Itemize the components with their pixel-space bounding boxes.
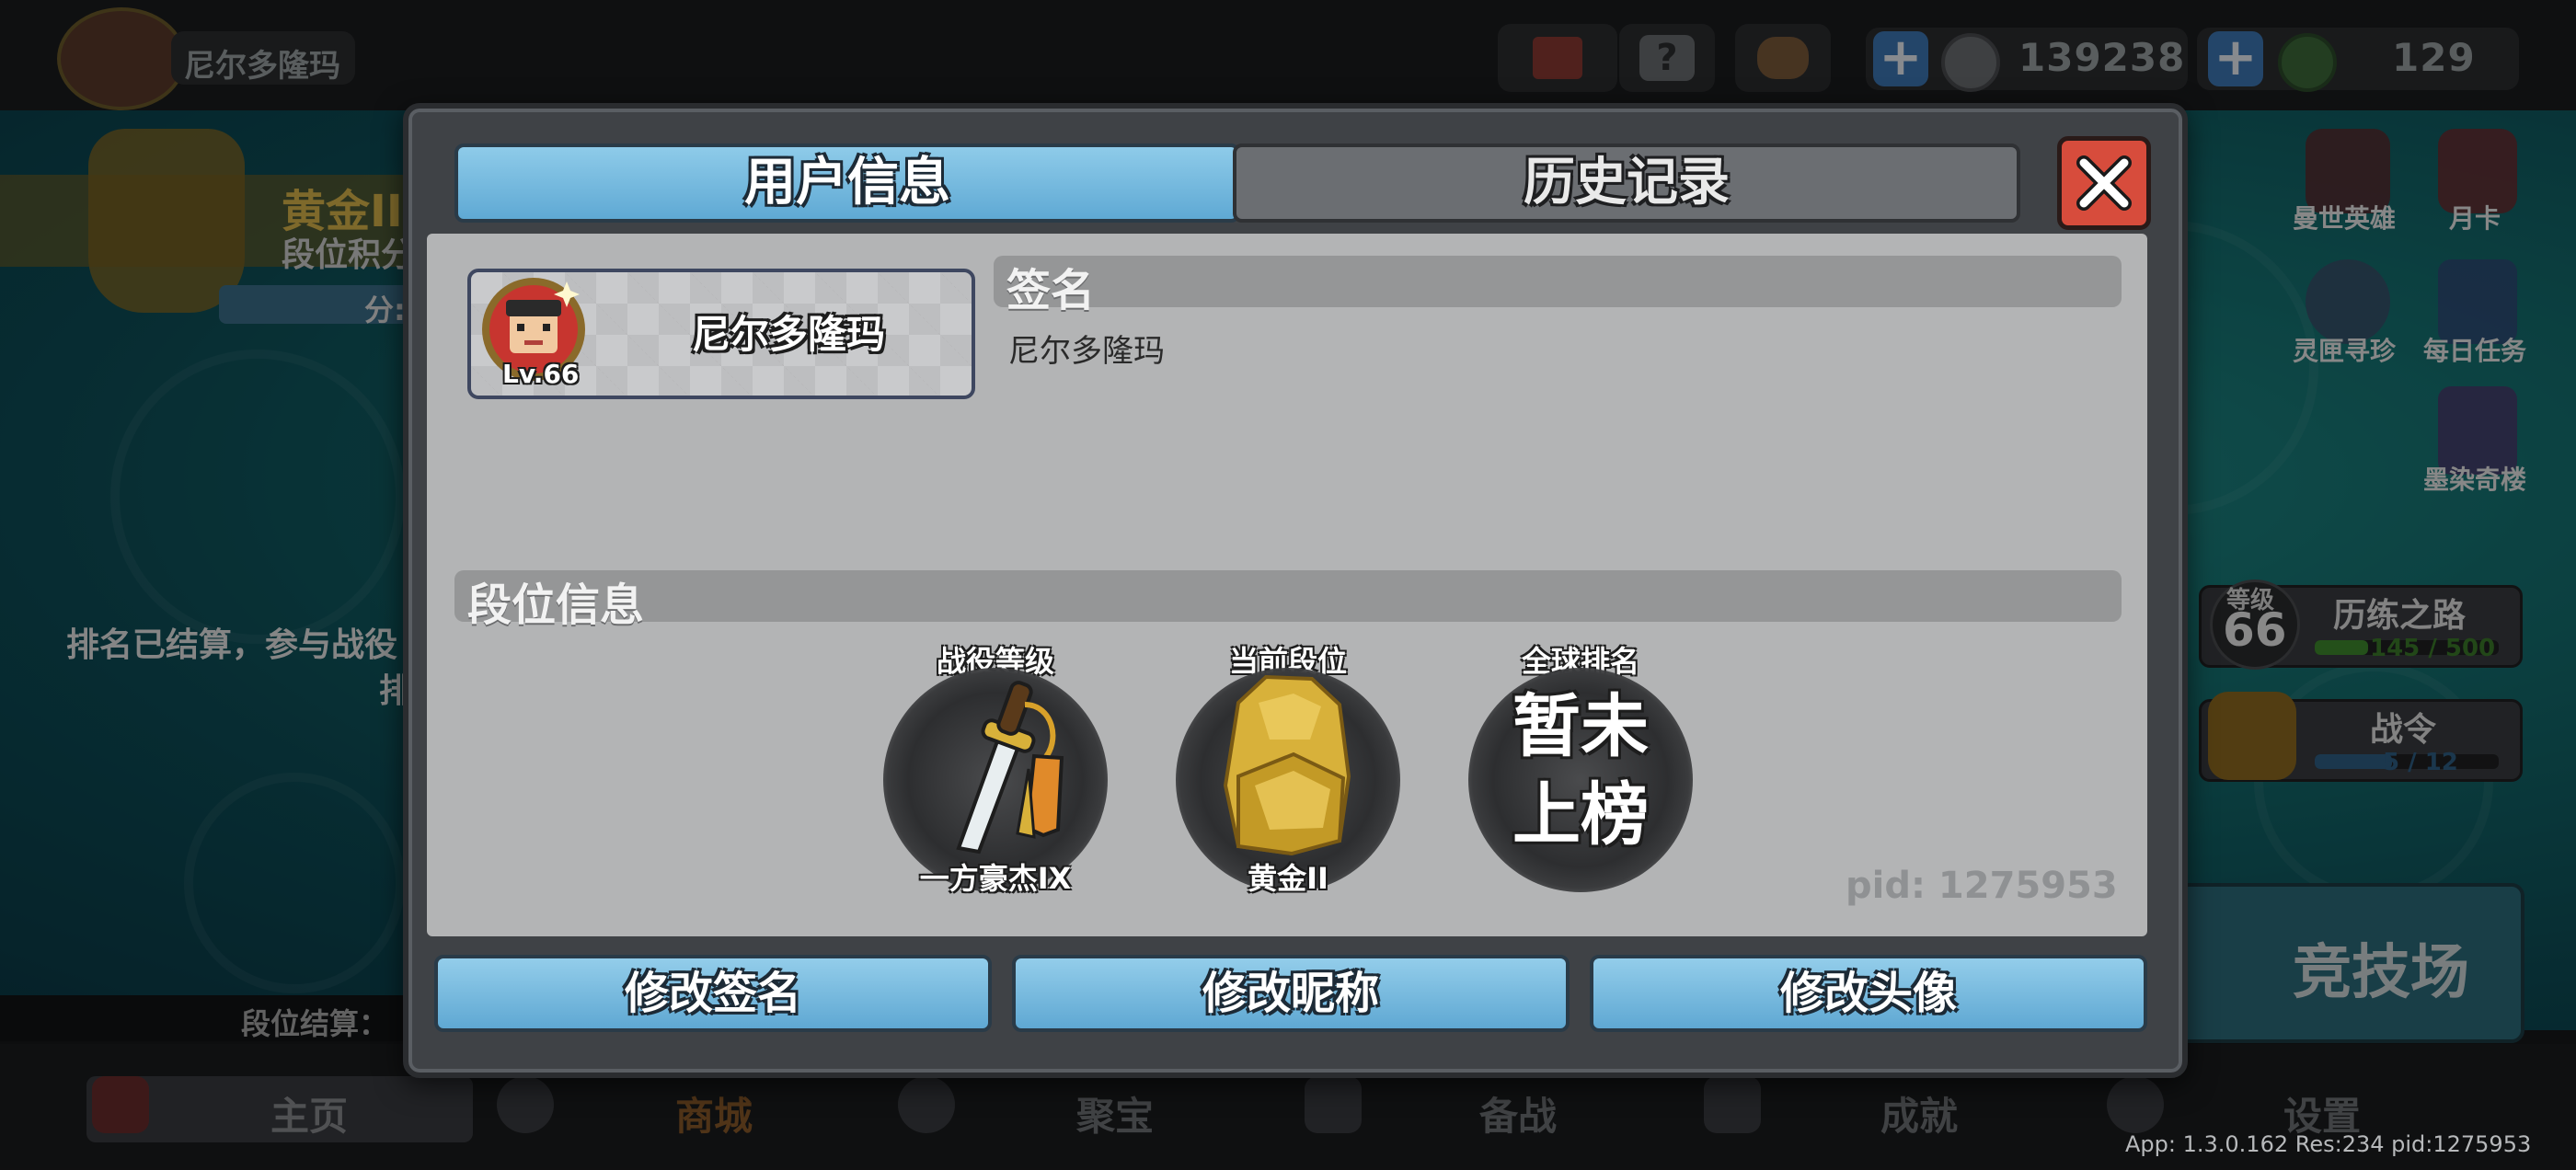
rank-info-title: 段位信息 [467, 579, 645, 631]
campaign-level-value: 一方豪杰IX [919, 861, 1072, 896]
edit-signature-button[interactable]: 修改签名 [434, 955, 992, 1032]
close-icon [2076, 155, 2132, 211]
profile-name: 尼尔多隆玛 [692, 312, 886, 357]
sword-icon [956, 681, 1064, 855]
app-version-info: App: 1.3.0.162 Res:234 pid:1275953 [2125, 1131, 2532, 1157]
gold-rank-icon [1223, 674, 1351, 856]
current-rank-value: 黄金II [1248, 861, 1328, 896]
edit-nickname-button[interactable]: 修改昵称 [1012, 955, 1570, 1032]
signature-title: 签名 [1006, 265, 1096, 316]
global-rank-line-2: 上榜 [1512, 775, 1649, 855]
tab-history[interactable]: 历史记录 [1233, 143, 2020, 223]
tab-user-info[interactable]: 用户信息 [454, 143, 1240, 223]
global-rank-value: 暂未 上榜 [1463, 682, 1698, 859]
player-id: pid: 1275953 [1846, 865, 2118, 907]
close-button[interactable] [2057, 136, 2151, 230]
signature-text: 尼尔多隆玛 [1008, 333, 1165, 370]
edit-avatar-button[interactable]: 修改头像 [1590, 955, 2147, 1032]
rank-info-header-bar [454, 570, 2122, 622]
signature-header-bar [994, 256, 2122, 307]
global-rank-line-1: 暂未 [1512, 687, 1649, 766]
profile-level: Lv.66 [502, 359, 580, 389]
